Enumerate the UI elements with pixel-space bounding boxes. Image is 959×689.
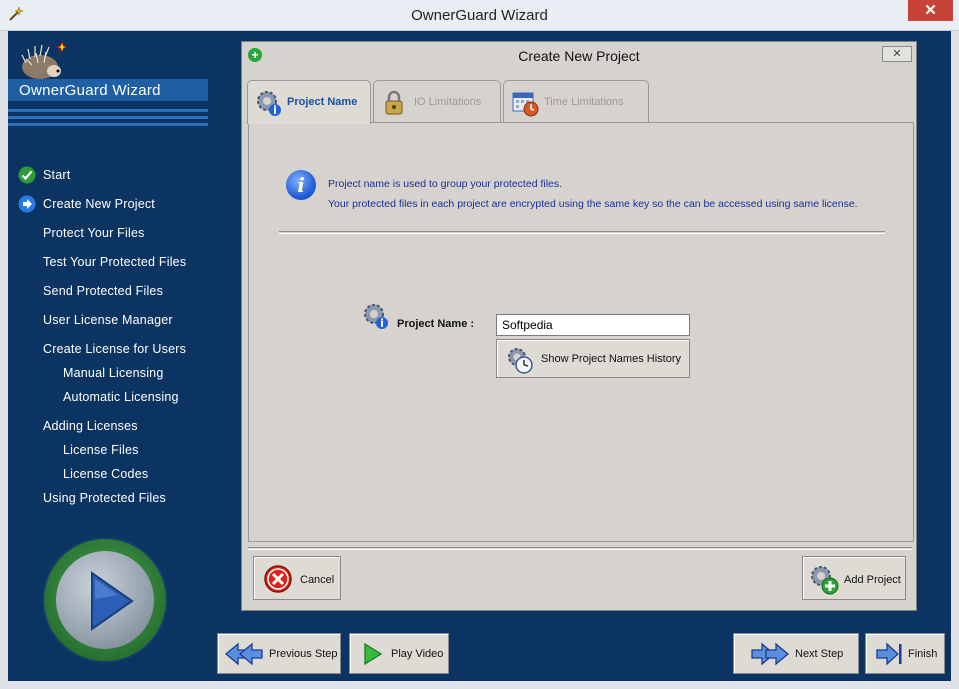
hedgehog-logo-icon	[20, 41, 69, 79]
sidebar-stripe	[8, 109, 208, 112]
double-arrow-right-icon	[751, 642, 790, 666]
window-titlebar: OwnerGuard Wizard ✕	[0, 0, 959, 31]
brand-title: OwnerGuard Wizard	[19, 82, 161, 99]
play-icon	[364, 642, 383, 666]
play-icon	[91, 571, 134, 631]
info-icon: i	[286, 170, 316, 200]
window-close-button[interactable]: ✕	[908, 0, 953, 21]
window-title: OwnerGuard Wizard	[411, 7, 548, 24]
project-name-label: Project Name :	[397, 318, 475, 330]
tab-project-name[interactable]: Project Name	[247, 80, 371, 124]
tab-io-limitations[interactable]: IO Limitations	[373, 80, 501, 123]
divider	[279, 231, 885, 234]
info-line-2: Your protected files in each project are…	[328, 198, 858, 210]
lock-icon	[380, 88, 408, 118]
info-line-1: Project name is used to group your prote…	[328, 178, 563, 190]
double-arrow-left-icon	[224, 642, 263, 666]
show-history-button[interactable]: Show Project Names History	[496, 339, 690, 378]
finish-button[interactable]: Finish	[865, 633, 945, 674]
project-name-input[interactable]	[496, 314, 690, 336]
dialog-title: Create New Project	[518, 48, 640, 64]
dialog-titlebar: + Create New Project ✕	[242, 42, 916, 68]
gear-clock-icon	[505, 345, 535, 375]
play-video-button[interactable]: Play Video	[349, 633, 449, 674]
gear-add-icon	[811, 566, 839, 595]
cancel-icon	[264, 565, 292, 593]
play-video-large-button[interactable]	[44, 539, 166, 661]
dialog-close-button[interactable]: ✕	[882, 46, 912, 62]
add-project-button[interactable]: Add Project	[802, 556, 906, 600]
check-icon	[18, 166, 36, 184]
sidebar-stripe	[8, 123, 208, 126]
divider	[248, 547, 912, 550]
calendar-clock-icon	[510, 88, 539, 118]
arrow-right-circle-icon	[18, 195, 36, 213]
next-step-button[interactable]: Next Step	[733, 633, 859, 674]
cancel-button[interactable]: Cancel	[253, 556, 341, 600]
tab-time-limitations[interactable]: Time Limitations	[503, 80, 649, 123]
sidebar: OwnerGuard Wizard Start Create New Proje…	[8, 31, 208, 681]
gear-info-icon	[361, 301, 391, 331]
previous-step-button[interactable]: Previous Step	[217, 633, 341, 674]
gear-info-icon	[254, 88, 282, 118]
arrow-to-line-icon	[876, 642, 902, 666]
tab-panel-project-name: i Project name is used to group your pro…	[248, 122, 914, 542]
create-project-dialog: + Create New Project ✕ Project Name IO L…	[241, 41, 917, 611]
sidebar-stripe	[8, 116, 208, 119]
